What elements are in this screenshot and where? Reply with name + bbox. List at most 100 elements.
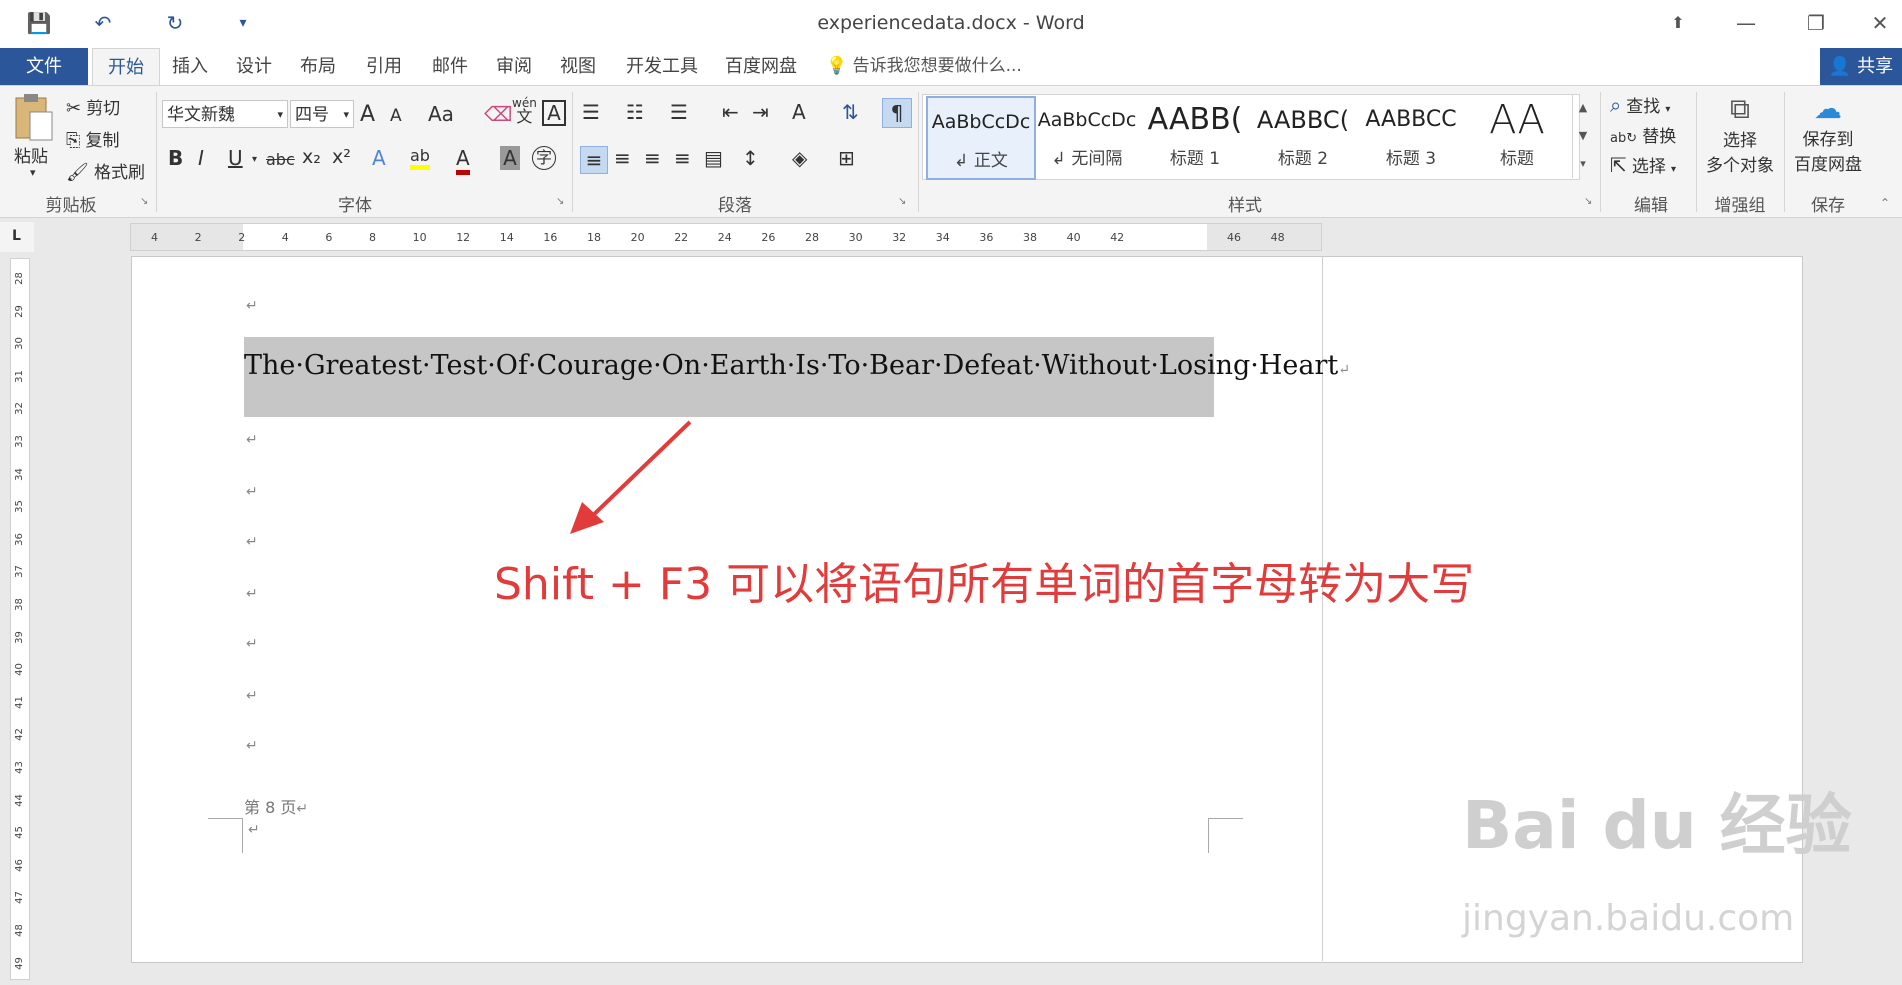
- grow-font-icon[interactable]: A: [360, 102, 375, 127]
- underline-icon[interactable]: U: [228, 146, 243, 170]
- strikethrough-icon[interactable]: abc: [266, 150, 295, 169]
- style-preview: AaBbCcDc: [931, 111, 1031, 133]
- ruler-tick: 12: [456, 231, 471, 244]
- align-right-icon[interactable]: ≡: [644, 146, 661, 170]
- cut-button[interactable]: ✂ 剪切: [66, 94, 120, 119]
- ruler-tick: 36: [979, 231, 994, 244]
- superscript-icon[interactable]: x²: [332, 146, 351, 168]
- tab-home[interactable]: 开始: [92, 48, 160, 86]
- format-painter-button[interactable]: 🖌 格式刷: [66, 158, 145, 183]
- font-name-combo[interactable]: 华文新魏 ▾: [162, 100, 288, 128]
- tab-view[interactable]: 视图: [552, 48, 604, 85]
- window-title: experiencedata.docx - Word: [817, 12, 1085, 34]
- vertical-ruler[interactable]: 28 29 30 31 32 33 34 35 36 37 38 39 40 41 42 43 44 45 46 47…: [10, 258, 30, 980]
- styles-launcher-icon[interactable]: ↘: [1584, 196, 1592, 207]
- ruler-tick: 37: [13, 565, 25, 579]
- style-title[interactable]: AA 标题: [1464, 96, 1570, 176]
- minimize-button[interactable]: —: [1724, 8, 1768, 38]
- share-button[interactable]: 👤 共享: [1820, 48, 1902, 85]
- chinese-layout-icon[interactable]: A: [792, 100, 806, 124]
- tab-design[interactable]: 设计: [228, 48, 280, 85]
- distributed-icon[interactable]: ▤: [704, 146, 723, 170]
- find-button[interactable]: ⌕ 查找 ▾: [1610, 92, 1670, 117]
- page-number-field: 第 8 页↵: [244, 794, 308, 818]
- chevron-down-icon[interactable]: ▾: [252, 154, 257, 165]
- tab-developer[interactable]: 开发工具: [620, 48, 704, 85]
- tab-layout[interactable]: 布局: [292, 48, 344, 85]
- character-border-icon[interactable]: A: [542, 100, 566, 126]
- style-preview: AABBCC: [1365, 107, 1457, 132]
- style-heading-2[interactable]: AABBC( 标题 2: [1250, 96, 1356, 176]
- line-spacing-icon[interactable]: ↕: [742, 146, 759, 170]
- borders-icon[interactable]: ⊞: [838, 146, 855, 170]
- style-heading-1[interactable]: AABB( 标题 1: [1142, 96, 1248, 176]
- justify-icon[interactable]: ≡: [674, 146, 691, 170]
- ruler-tick: 46: [13, 858, 25, 872]
- save-icon[interactable]: 💾: [24, 8, 54, 38]
- font-size-combo[interactable]: 四号 ▾: [290, 100, 354, 128]
- font-color-icon[interactable]: A: [456, 146, 470, 175]
- customize-qat-icon[interactable]: ▾: [228, 8, 258, 38]
- clear-formatting-icon[interactable]: ⌫: [484, 102, 512, 126]
- text-effects-icon[interactable]: A: [372, 146, 386, 170]
- ribbon-display-options-icon[interactable]: ⬆: [1656, 8, 1700, 38]
- sort-icon[interactable]: ⇅: [842, 100, 859, 124]
- numbering-icon[interactable]: ☷: [626, 100, 644, 124]
- enhance-group-label: 增强组: [1714, 196, 1766, 216]
- redo-icon[interactable]: ↻: [160, 8, 190, 38]
- change-case-icon[interactable]: Aa: [428, 102, 454, 126]
- tab-insert[interactable]: 插入: [164, 48, 216, 85]
- subscript-icon[interactable]: x₂: [302, 146, 321, 168]
- style-no-spacing[interactable]: AaBbCcDc ↲ 无间隔: [1034, 96, 1140, 176]
- horizontal-ruler[interactable]: 4 2 2 4 6 8 10 12 14 16 18 20 22 24 26 28 30 32 34 36 38 40 42…: [130, 223, 1322, 251]
- tab-selector[interactable]: L: [0, 222, 34, 252]
- copy-button[interactable]: ⎘ 复制: [66, 126, 120, 151]
- paragraph-mark: ↵: [246, 432, 258, 448]
- font-launcher-icon[interactable]: ↘: [556, 196, 564, 207]
- selected-sentence[interactable]: The·Greatest·Test·Of·Courage·On·Earth·Is…: [244, 350, 1350, 381]
- highlight-icon[interactable]: ab: [410, 146, 430, 170]
- tab-baidu-netdisk[interactable]: 百度网盘: [718, 48, 804, 85]
- bullets-icon[interactable]: ☰: [582, 100, 600, 124]
- decrease-indent-icon[interactable]: ⇤: [722, 100, 739, 124]
- replace-button[interactable]: ab↻ 替换: [1610, 122, 1676, 147]
- align-left-icon[interactable]: ≡: [580, 146, 608, 174]
- style-heading-3[interactable]: AABBCC 标题 3: [1358, 96, 1464, 176]
- paragraph-mark: ↵: [246, 484, 258, 500]
- select-multiple-objects-button[interactable]: ⧉ 选择 多个对象: [1702, 92, 1778, 176]
- styles-scroll[interactable]: ▲ ▼ ▾: [1572, 94, 1593, 178]
- tab-mailings[interactable]: 邮件: [424, 48, 476, 85]
- show-marks-icon[interactable]: ¶: [882, 98, 912, 128]
- ruler-tick: 42: [1110, 231, 1125, 244]
- paste-dropdown-icon[interactable]: ▾: [30, 166, 36, 179]
- shading-icon[interactable]: ◈: [792, 146, 807, 170]
- tab-review[interactable]: 审阅: [488, 48, 540, 85]
- tab-file[interactable]: 文件: [0, 48, 88, 85]
- tell-me-search[interactable]: 💡 告诉我您想要做什么...: [826, 48, 1022, 85]
- ruler-tick: 34: [935, 231, 950, 244]
- multilevel-list-icon[interactable]: ☰: [670, 100, 688, 124]
- paste-button[interactable]: [12, 92, 54, 144]
- align-center-icon[interactable]: ≡: [614, 146, 631, 170]
- ruler-tick: 20: [630, 231, 645, 244]
- bold-icon[interactable]: B: [168, 146, 183, 170]
- enclose-characters-icon[interactable]: 字: [532, 146, 556, 170]
- phonetic-guide-icon[interactable]: wén 文: [512, 96, 537, 125]
- select-button[interactable]: ⇱ 选择 ▾: [1610, 152, 1676, 177]
- group-separator: [1784, 92, 1785, 212]
- shrink-font-icon[interactable]: A: [390, 106, 402, 126]
- character-shading-icon[interactable]: A: [500, 146, 520, 170]
- save-group-label: 保存: [1811, 196, 1845, 216]
- italic-icon[interactable]: I: [198, 146, 204, 170]
- undo-icon[interactable]: ↶: [88, 8, 118, 38]
- style-normal[interactable]: AaBbCcDc ↲ 正文: [926, 96, 1036, 180]
- save-to-baidu-button[interactable]: ☁ 保存到 百度网盘: [1788, 92, 1868, 175]
- restore-button[interactable]: ❐: [1794, 8, 1838, 38]
- tab-references[interactable]: 引用: [358, 48, 410, 85]
- baidu-watermark: Bai du 经验: [1462, 787, 1852, 864]
- paragraph-launcher-icon[interactable]: ↘: [898, 196, 906, 207]
- close-button[interactable]: ✕: [1858, 8, 1902, 38]
- increase-indent-icon[interactable]: ⇥: [752, 100, 769, 124]
- collapse-ribbon-icon[interactable]: ⌃: [1880, 196, 1890, 210]
- clipboard-launcher-icon[interactable]: ↘: [140, 196, 148, 207]
